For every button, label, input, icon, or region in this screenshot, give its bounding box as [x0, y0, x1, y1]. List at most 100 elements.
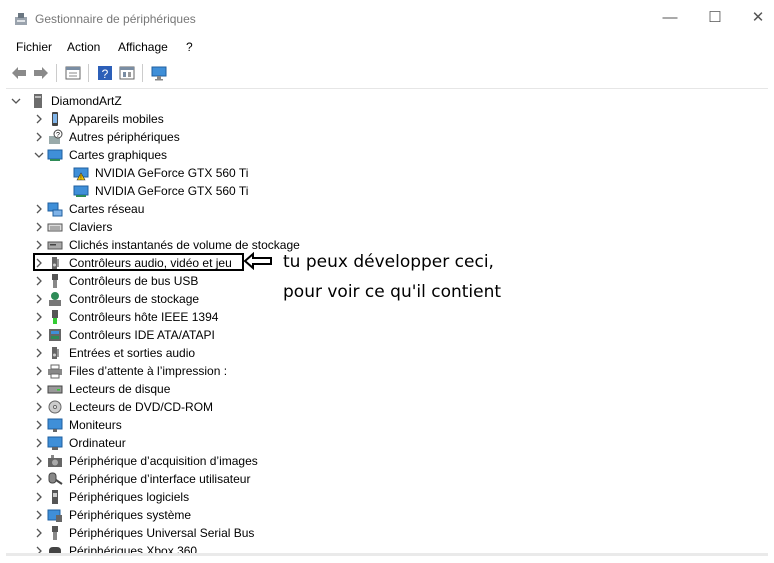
chevron-right-icon[interactable]: [33, 380, 45, 398]
tree-item[interactable]: Claviers: [10, 218, 460, 236]
tree-item-label: Périphérique d’acquisition d’images: [69, 454, 258, 468]
device-tree: DiamondArtZ Appareils mobiles? Autres pér…: [6, 88, 768, 555]
chevron-right-icon[interactable]: [33, 128, 45, 146]
software-device-icon: [52, 490, 58, 504]
tree-child-item[interactable]: ! NVIDIA GeForce GTX 560 Ti: [10, 164, 460, 182]
usb-icon: [52, 526, 58, 540]
chevron-right-icon[interactable]: [33, 200, 45, 218]
tree-item-label: Moniteurs: [69, 418, 122, 432]
unknown-device-icon: ?: [49, 129, 63, 144]
tree-item[interactable]: Lecteurs de DVD/CD-ROM: [10, 398, 460, 416]
chevron-right-icon[interactable]: [33, 290, 45, 308]
tree-item[interactable]: Périphérique d’acquisition d’images: [10, 452, 460, 470]
tree-item-label: Lecteurs de disque: [69, 382, 171, 396]
tree-item-label: Périphériques système: [69, 508, 192, 522]
tree-item[interactable]: Lecteurs de disque: [10, 380, 460, 398]
system-icon: [47, 509, 62, 522]
menu-action[interactable]: Action: [67, 40, 100, 54]
menu-bar: Fichier Action Affichage ?: [0, 38, 774, 58]
tree-item[interactable]: ? Autres périphériques: [10, 128, 460, 146]
tree-item[interactable]: Contrôleurs IDE ATA/ATAPI: [10, 326, 460, 344]
tree-root[interactable]: DiamondArtZ: [10, 92, 310, 110]
storage-icon: [47, 241, 63, 250]
camera-icon: [48, 455, 62, 467]
tree-item-label: Cartes graphiques: [69, 148, 168, 162]
chevron-right-icon[interactable]: [33, 344, 45, 362]
display-adapter-icon: [73, 185, 89, 197]
window-title: Gestionnaire de périphériques: [35, 12, 196, 26]
tree-item[interactable]: Entrées et sorties audio: [10, 344, 460, 362]
tree-item[interactable]: Cartes graphiques: [10, 146, 460, 164]
tree-item[interactable]: Appareils mobiles: [10, 110, 460, 128]
computer-icon: [47, 436, 63, 450]
display-warning-icon: !: [73, 167, 89, 181]
chevron-right-icon[interactable]: [33, 470, 45, 488]
tree-item[interactable]: Cartes réseau: [10, 200, 460, 218]
speaker-icon: [52, 257, 59, 269]
tree-item-label: Files d’attente à l’impression :: [69, 364, 228, 378]
toolbar-separator: [88, 64, 89, 82]
chevron-right-icon[interactable]: [33, 308, 45, 326]
toolbar: ?: [6, 60, 768, 86]
arrow-left-icon: [243, 252, 272, 270]
help-icon[interactable]: ?: [96, 64, 114, 82]
usb-icon: [52, 274, 58, 288]
firewire-icon: [52, 310, 58, 324]
chevron-right-icon[interactable]: [33, 110, 45, 128]
tree-item-label: Entrées et sorties audio: [69, 346, 196, 360]
chevron-down-icon[interactable]: [10, 92, 22, 110]
view-icon[interactable]: [118, 64, 136, 82]
chevron-right-icon[interactable]: [33, 254, 45, 272]
close-button[interactable]: ✕: [748, 8, 768, 28]
tree-item[interactable]: Périphériques système: [10, 506, 460, 524]
annotation-line-1: tu peux développer ceci,: [283, 252, 494, 272]
chevron-right-icon[interactable]: [33, 272, 45, 290]
tree-item[interactable]: Ordinateur: [10, 434, 460, 452]
tree-item-label: Contrôleurs de stockage: [69, 292, 200, 306]
tree-item[interactable]: Contrôleurs hôte IEEE 1394: [10, 308, 460, 326]
chevron-right-icon[interactable]: [33, 398, 45, 416]
properties-icon[interactable]: [64, 64, 82, 82]
tree-item-label: Cartes réseau: [69, 202, 145, 216]
tree-root-label: DiamondArtZ: [51, 94, 122, 108]
chevron-right-icon[interactable]: [33, 488, 45, 506]
chevron-right-icon[interactable]: [33, 362, 45, 380]
menu-affichage[interactable]: Affichage: [118, 40, 168, 54]
maximize-button[interactable]: ☐: [705, 8, 725, 28]
chevron-right-icon[interactable]: [33, 218, 45, 236]
tree-item-label: Périphériques logiciels: [69, 490, 190, 504]
tree-item[interactable]: Files d’attente à l’impression :: [10, 362, 460, 380]
tree-item-label: Contrôleurs IDE ATA/ATAPI: [69, 328, 215, 342]
tree-item-label: Lecteurs de DVD/CD-ROM: [69, 400, 214, 414]
minimize-button[interactable]: —: [660, 8, 680, 28]
chevron-down-icon[interactable]: [33, 146, 45, 164]
annotation-line-2: pour voir ce qu'il contient: [283, 282, 502, 302]
chevron-right-icon[interactable]: [33, 236, 45, 254]
scan-hardware-icon[interactable]: [150, 64, 168, 82]
tree-item-label: Contrôleurs de bus USB: [69, 274, 199, 288]
mobile-icon: [52, 112, 58, 126]
horizontal-scrollbar[interactable]: [6, 553, 768, 556]
computer-icon: [34, 94, 42, 108]
chevron-right-icon[interactable]: [33, 434, 45, 452]
svg-text:?: ?: [56, 132, 60, 139]
chevron-right-icon[interactable]: [33, 416, 45, 434]
disk-icon: [47, 385, 63, 394]
tree-item[interactable]: Périphériques logiciels: [10, 488, 460, 506]
monitor-icon: [47, 418, 63, 432]
chevron-right-icon[interactable]: [33, 452, 45, 470]
printer-icon: [48, 364, 62, 379]
menu-help[interactable]: ?: [186, 40, 193, 54]
tree-item[interactable]: Moniteurs: [10, 416, 460, 434]
tree-item[interactable]: Périphérique d’interface utilisateur: [10, 470, 460, 488]
menu-fichier[interactable]: Fichier: [16, 40, 52, 54]
forward-arrow-icon[interactable]: [32, 64, 50, 82]
tree-item[interactable]: Périphériques Universal Serial Bus: [10, 524, 460, 542]
chevron-right-icon[interactable]: [33, 506, 45, 524]
back-arrow-icon[interactable]: [10, 64, 28, 82]
tree-child-item[interactable]: NVIDIA GeForce GTX 560 Ti: [10, 182, 460, 200]
tree-item-label: Autres périphériques: [69, 130, 180, 144]
chevron-right-icon[interactable]: [33, 524, 45, 542]
tree-item-label: Périphérique d’interface utilisateur: [69, 472, 251, 486]
chevron-right-icon[interactable]: [33, 326, 45, 344]
